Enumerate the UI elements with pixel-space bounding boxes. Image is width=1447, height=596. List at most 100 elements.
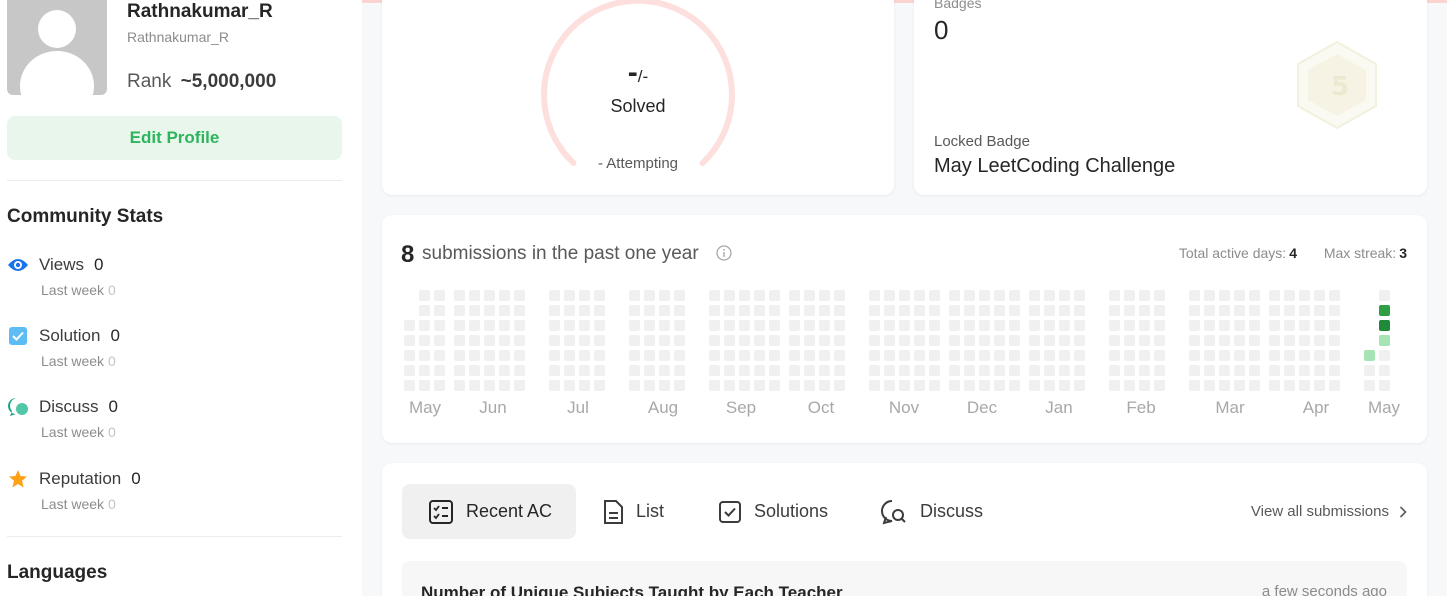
heatmap-day-cell[interactable]	[709, 335, 720, 346]
heatmap-day-cell[interactable]	[1284, 380, 1295, 391]
heatmap-day-cell[interactable]	[594, 335, 605, 346]
heatmap-day-cell[interactable]	[564, 290, 575, 301]
heatmap-day-cell[interactable]	[1139, 365, 1150, 376]
heatmap-day-cell[interactable]	[1234, 320, 1245, 331]
heatmap-day-cell[interactable]	[514, 290, 525, 301]
heatmap-day-cell[interactable]	[484, 305, 495, 316]
heatmap-day-cell[interactable]	[929, 335, 940, 346]
heatmap-day-cell[interactable]	[434, 290, 445, 301]
heatmap-day-cell[interactable]	[419, 365, 430, 376]
heatmap-day-cell[interactable]	[1009, 335, 1020, 346]
heatmap-day-cell[interactable]	[1364, 350, 1375, 361]
heatmap-day-cell[interactable]	[629, 365, 640, 376]
heatmap-day-cell[interactable]	[1269, 350, 1280, 361]
heatmap-day-cell[interactable]	[724, 380, 735, 391]
heatmap-day-cell[interactable]	[469, 365, 480, 376]
heatmap-day-cell[interactable]	[1189, 365, 1200, 376]
heatmap-day-cell[interactable]	[1124, 320, 1135, 331]
heatmap-day-cell[interactable]	[949, 365, 960, 376]
heatmap-day-cell[interactable]	[1189, 320, 1200, 331]
heatmap-day-cell[interactable]	[1074, 380, 1085, 391]
heatmap-day-cell[interactable]	[469, 320, 480, 331]
heatmap-day-cell[interactable]	[454, 335, 465, 346]
heatmap-day-cell[interactable]	[819, 305, 830, 316]
heatmap-day-cell[interactable]	[514, 335, 525, 346]
heatmap-day-cell[interactable]	[994, 335, 1005, 346]
heatmap-day-cell[interactable]	[1204, 320, 1215, 331]
heatmap-day-cell[interactable]	[884, 335, 895, 346]
heatmap-day-cell[interactable]	[484, 365, 495, 376]
heatmap-day-cell[interactable]	[1189, 335, 1200, 346]
heatmap-day-cell[interactable]	[994, 380, 1005, 391]
heatmap-day-cell[interactable]	[1234, 380, 1245, 391]
avatar[interactable]	[7, 0, 107, 95]
heatmap-day-cell[interactable]	[564, 365, 575, 376]
heatmap-day-cell[interactable]	[1379, 320, 1390, 331]
heatmap-day-cell[interactable]	[644, 320, 655, 331]
heatmap-day-cell[interactable]	[789, 305, 800, 316]
heatmap-day-cell[interactable]	[549, 380, 560, 391]
heatmap-day-cell[interactable]	[819, 335, 830, 346]
heatmap-day-cell[interactable]	[914, 305, 925, 316]
heatmap-day-cell[interactable]	[1139, 320, 1150, 331]
heatmap-day-cell[interactable]	[499, 380, 510, 391]
heatmap-day-cell[interactable]	[499, 305, 510, 316]
heatmap-day-cell[interactable]	[404, 320, 415, 331]
heatmap-day-cell[interactable]	[789, 290, 800, 301]
heatmap-day-cell[interactable]	[709, 380, 720, 391]
heatmap-day-cell[interactable]	[1234, 335, 1245, 346]
heatmap-day-cell[interactable]	[659, 290, 670, 301]
heatmap-day-cell[interactable]	[1154, 350, 1165, 361]
heatmap-day-cell[interactable]	[724, 350, 735, 361]
heatmap-day-cell[interactable]	[579, 350, 590, 361]
heatmap-day-cell[interactable]	[1139, 350, 1150, 361]
heatmap-day-cell[interactable]	[869, 335, 880, 346]
heatmap-day-cell[interactable]	[914, 350, 925, 361]
heatmap-day-cell[interactable]	[454, 305, 465, 316]
heatmap-day-cell[interactable]	[1139, 305, 1150, 316]
heatmap-day-cell[interactable]	[884, 350, 895, 361]
heatmap-day-cell[interactable]	[1379, 365, 1390, 376]
heatmap-day-cell[interactable]	[1249, 380, 1260, 391]
heatmap-day-cell[interactable]	[644, 380, 655, 391]
heatmap-day-cell[interactable]	[549, 365, 560, 376]
locked-badge-name[interactable]: May LeetCoding Challenge	[934, 155, 1175, 178]
heatmap-day-cell[interactable]	[644, 305, 655, 316]
heatmap-day-cell[interactable]	[979, 320, 990, 331]
heatmap-day-cell[interactable]	[419, 350, 430, 361]
heatmap-day-cell[interactable]	[1269, 365, 1280, 376]
heatmap-day-cell[interactable]	[514, 305, 525, 316]
heatmap-day-cell[interactable]	[724, 320, 735, 331]
heatmap-day-cell[interactable]	[994, 350, 1005, 361]
heatmap-day-cell[interactable]	[1044, 335, 1055, 346]
heatmap-day-cell[interactable]	[434, 350, 445, 361]
heatmap-day-cell[interactable]	[469, 305, 480, 316]
heatmap-day-cell[interactable]	[644, 335, 655, 346]
heatmap-day-cell[interactable]	[739, 320, 750, 331]
heatmap-day-cell[interactable]	[1009, 365, 1020, 376]
heatmap-day-cell[interactable]	[579, 365, 590, 376]
heatmap-day-cell[interactable]	[979, 290, 990, 301]
heatmap-day-cell[interactable]	[1234, 350, 1245, 361]
heatmap-day-cell[interactable]	[1204, 350, 1215, 361]
heatmap-day-cell[interactable]	[1044, 320, 1055, 331]
heatmap-day-cell[interactable]	[1204, 380, 1215, 391]
heatmap-day-cell[interactable]	[739, 290, 750, 301]
heatmap-day-cell[interactable]	[819, 365, 830, 376]
heatmap-day-cell[interactable]	[454, 320, 465, 331]
heatmap-day-cell[interactable]	[724, 305, 735, 316]
heatmap-day-cell[interactable]	[1074, 350, 1085, 361]
heatmap-day-cell[interactable]	[804, 305, 815, 316]
heatmap-day-cell[interactable]	[1059, 290, 1070, 301]
heatmap-day-cell[interactable]	[469, 335, 480, 346]
heatmap-day-cell[interactable]	[739, 365, 750, 376]
heatmap-day-cell[interactable]	[754, 350, 765, 361]
heatmap-day-cell[interactable]	[899, 350, 910, 361]
heatmap-day-cell[interactable]	[484, 350, 495, 361]
heatmap-day-cell[interactable]	[514, 365, 525, 376]
heatmap-day-cell[interactable]	[454, 290, 465, 301]
heatmap-day-cell[interactable]	[549, 290, 560, 301]
heatmap-day-cell[interactable]	[1139, 380, 1150, 391]
heatmap-day-cell[interactable]	[1124, 365, 1135, 376]
heatmap-day-cell[interactable]	[1379, 290, 1390, 301]
